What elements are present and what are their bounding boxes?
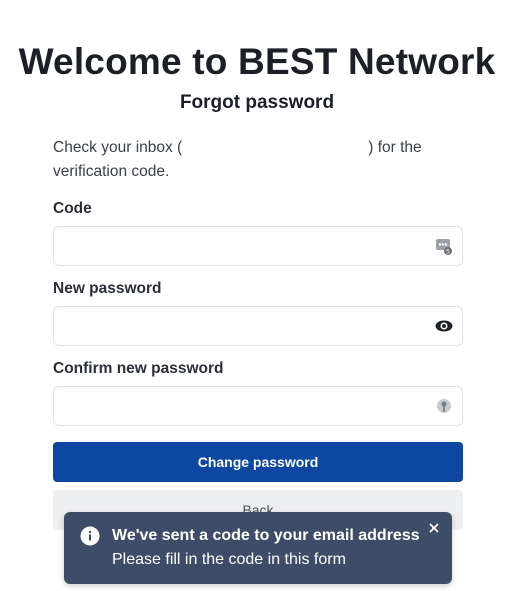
eye-icon[interactable] [435,317,453,335]
info-text: Check your inbox () for the verification… [53,136,453,184]
new-password-field-wrapper [53,306,463,346]
page-title: Welcome to BEST Network [18,41,496,82]
code-label: Code [53,200,92,217]
new-password-label: New password [53,280,162,297]
notification-toast: We've sent a code to your email address … [64,512,452,584]
change-password-button[interactable]: Change password [53,442,463,482]
code-field-wrapper: 5 [53,226,463,266]
dots-keypad-icon[interactable]: 5 [435,237,453,255]
close-icon[interactable] [426,520,442,536]
info-icon [80,526,100,546]
toast-title: We've sent a code to your email address [112,527,420,544]
new-password-input[interactable] [54,307,424,345]
info-text-prefix: Check your inbox ( [53,139,183,156]
confirm-password-label: Confirm new password [53,360,224,377]
confirm-password-input[interactable] [54,387,424,425]
svg-text:5: 5 [446,249,450,256]
code-input[interactable] [54,227,424,265]
toast-message: Please fill in the code in this form [112,551,346,568]
page-subtitle: Forgot password [179,92,335,113]
confirm-password-field-wrapper [53,386,463,426]
key-icon[interactable] [435,397,453,415]
masked-email [182,138,368,152]
